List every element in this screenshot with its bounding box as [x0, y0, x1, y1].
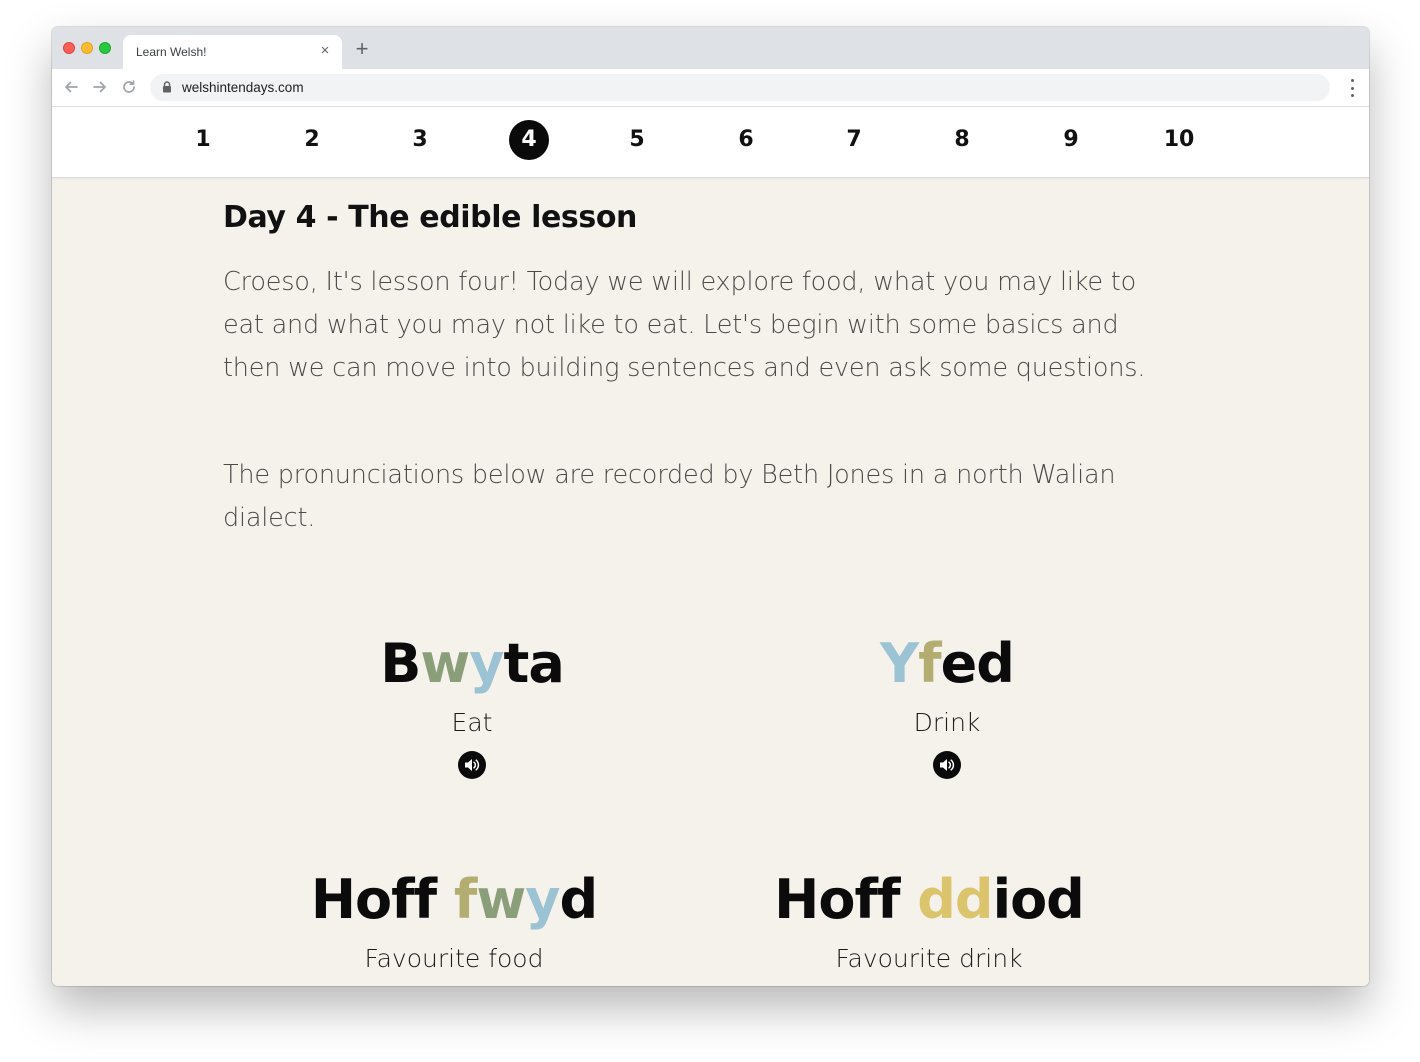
letter: y: [525, 868, 560, 931]
url-text: welshintendays.com: [182, 80, 304, 95]
english-translation: Favourite food: [364, 944, 544, 973]
english-translation: Drink: [913, 708, 981, 737]
word-card: Yfed Drink: [777, 632, 1117, 779]
arrow-right-icon: [93, 81, 106, 93]
play-audio-button[interactable]: [458, 751, 486, 779]
forward-button[interactable]: [91, 78, 109, 96]
letter: d: [559, 868, 599, 931]
lock-icon: [163, 81, 171, 93]
speaker-icon: [940, 759, 955, 771]
english-translation: Eat: [451, 708, 493, 737]
welsh-word: Bwyta: [302, 632, 642, 696]
day-link[interactable]: 6: [726, 120, 766, 160]
close-window-button[interactable]: [63, 42, 75, 54]
lesson-intro: Croeso, It's lesson four! Today we will …: [223, 267, 1146, 383]
browser-toolbar: welshintendays.com: [52, 69, 1369, 107]
reload-icon: [123, 80, 135, 93]
tab-strip: Learn Welsh! × +: [52, 27, 1369, 69]
arrow-left-icon: [65, 81, 78, 93]
day-link[interactable]: 9: [1051, 120, 1091, 160]
letter: y: [469, 632, 504, 695]
word-card: Bwyta Eat: [302, 632, 642, 779]
address-bar[interactable]: welshintendays.com: [150, 74, 1330, 101]
word-card: Hoff ddiod Favourite drink: [734, 868, 1124, 973]
letter: Hoff: [774, 868, 918, 931]
play-audio-button[interactable]: [933, 751, 961, 779]
speaker-icon: [465, 759, 480, 771]
day-link[interactable]: 1: [183, 120, 223, 160]
back-button[interactable]: [62, 78, 80, 96]
pronunciation-note: The pronunciations below are recorded by…: [223, 460, 1116, 533]
day-link[interactable]: 5: [617, 120, 657, 160]
tab-close-icon[interactable]: ×: [317, 43, 333, 59]
kebab-menu-icon[interactable]: [1349, 79, 1355, 97]
word-card: Hoff fwyd Favourite food: [264, 868, 644, 973]
new-tab-icon[interactable]: +: [352, 38, 372, 60]
minimize-window-button[interactable]: [81, 42, 93, 54]
browser-window: Learn Welsh! × + welshintendays.com 1 2 …: [52, 27, 1369, 986]
day-link[interactable]: 3: [400, 120, 440, 160]
tab-title: Learn Welsh!: [136, 45, 207, 59]
day-link[interactable]: 8: [942, 120, 982, 160]
page-content: 1 2 3 4 5 6 7 8 9 10 Day 4 - The edible …: [52, 107, 1369, 986]
lesson-title: Day 4 - The edible lesson: [223, 200, 638, 235]
day-link-active[interactable]: 4: [509, 120, 549, 160]
letter: B: [380, 632, 421, 695]
day-link[interactable]: 2: [292, 120, 332, 160]
letter: d: [954, 868, 994, 931]
day-link[interactable]: 10: [1159, 120, 1199, 160]
day-navigation: 1 2 3 4 5 6 7 8 9 10: [52, 107, 1369, 178]
letter: w: [420, 632, 470, 695]
letter: ed: [940, 632, 1015, 695]
letter: Hoff: [310, 868, 454, 931]
letter: iod: [992, 868, 1085, 931]
welsh-word: Hoff ddiod: [734, 868, 1124, 932]
letter: f: [453, 868, 477, 931]
welsh-word: Hoff fwyd: [264, 868, 644, 932]
welsh-word: Yfed: [777, 632, 1117, 696]
day-link[interactable]: 7: [834, 120, 874, 160]
letter: ta: [503, 632, 565, 695]
letter: d: [917, 868, 956, 931]
letter: f: [918, 632, 941, 695]
reload-button[interactable]: [120, 78, 138, 96]
letter: Y: [880, 632, 919, 695]
letter: w: [476, 868, 526, 931]
maximize-window-button[interactable]: [99, 42, 111, 54]
browser-tab[interactable]: Learn Welsh! ×: [123, 35, 342, 69]
english-translation: Favourite drink: [835, 944, 1023, 973]
